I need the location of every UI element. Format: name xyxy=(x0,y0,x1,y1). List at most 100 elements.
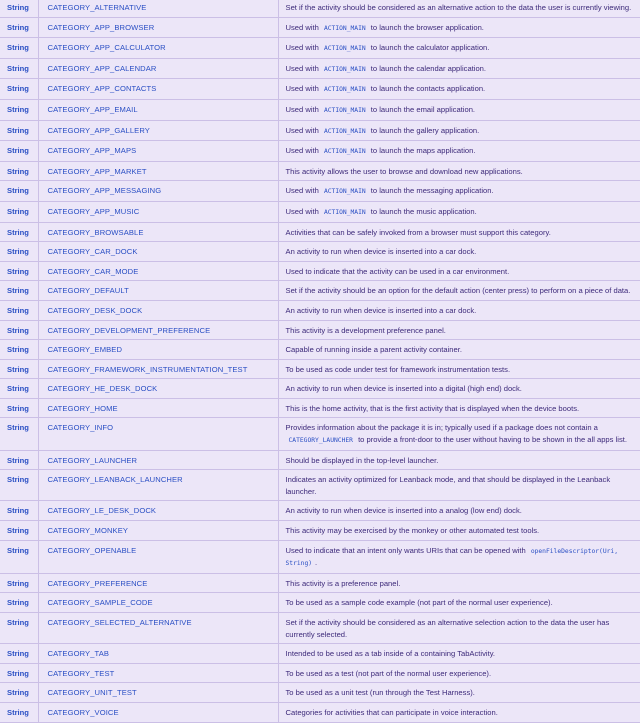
description-text: This activity is a development preferenc… xyxy=(285,325,446,335)
code-reference-link[interactable]: ACTION_MAIN xyxy=(321,66,369,73)
constant-name-link[interactable]: CATEGORY_FRAMEWORK_INSTRUMENTATION_TEST xyxy=(38,359,279,380)
constant-name-link[interactable]: CATEGORY_CAR_MODE xyxy=(38,261,279,282)
constant-name-link[interactable]: CATEGORY_APP_CALCULATOR xyxy=(38,37,279,59)
constant-name-link[interactable]: CATEGORY_SELECTED_ALTERNATIVE xyxy=(38,612,279,645)
code-reference-link[interactable]: ACTION_MAIN xyxy=(321,128,369,135)
constant-name-link[interactable]: CATEGORY_APP_MESSAGING xyxy=(38,180,279,202)
description-text: This activity is a preference panel. xyxy=(285,578,401,588)
table-row: String CATEGORY_APP_CALENDAR Used with ACT… xyxy=(0,58,640,80)
table-row: String CATEGORY_BROWSABLE Activities that … xyxy=(0,222,640,243)
description-text: to launch the maps application. xyxy=(368,146,476,156)
constant-type: String xyxy=(0,612,39,645)
table-row: String CATEGORY_UNIT_TEST To be used as a … xyxy=(0,682,640,703)
constant-type: String xyxy=(0,359,39,380)
constant-name-link[interactable]: CATEGORY_OPENABLE xyxy=(38,540,279,574)
code-reference-link[interactable]: ACTION_MAIN xyxy=(321,209,369,216)
description-text: to launch the browser application. xyxy=(368,22,484,32)
table-row: String CATEGORY_APP_EMAIL Used with ACTION… xyxy=(0,99,640,121)
constant-type: String xyxy=(0,417,39,451)
code-reference-link[interactable]: ACTION_MAIN xyxy=(321,188,369,195)
constant-type: String xyxy=(0,378,39,399)
code-reference-link[interactable]: ACTION_MAIN xyxy=(321,148,369,155)
constant-description: Set if the activity should be considered… xyxy=(278,612,640,645)
table-row: String CATEGORY_PREFERENCE This activity i… xyxy=(0,573,640,594)
constant-name-link[interactable]: CATEGORY_APP_EMAIL xyxy=(38,99,279,121)
constant-name-link[interactable]: CATEGORY_CAR_DOCK xyxy=(38,241,279,262)
constant-name-link[interactable]: CATEGORY_INFO xyxy=(38,417,279,451)
constant-name-link[interactable]: CATEGORY_APP_MARKET xyxy=(38,161,279,182)
constant-name-link[interactable]: CATEGORY_EMBED xyxy=(38,339,279,360)
constant-name-link[interactable]: CATEGORY_APP_BROWSER xyxy=(38,17,279,39)
constant-name-link[interactable]: CATEGORY_MONKEY xyxy=(38,520,279,541)
constant-description: Should be displayed in the top-level lau… xyxy=(278,450,640,471)
description-text: Capable of running inside a parent activ… xyxy=(285,345,462,355)
code-reference-link[interactable]: ACTION_MAIN xyxy=(321,86,369,93)
description-text: to launch the contacts application. xyxy=(368,84,486,94)
description-text: Categories for activities that can parti… xyxy=(285,707,498,717)
table-row: String CATEGORY_EMBED Capable of running i… xyxy=(0,339,640,360)
table-row: String CATEGORY_APP_MUSIC Used with ACTION… xyxy=(0,201,640,223)
constant-name-link[interactable]: CATEGORY_APP_CALENDAR xyxy=(38,58,279,80)
description-text: Provides information about the package i… xyxy=(285,423,598,433)
constant-description: Used with ACTION_MAIN to launch the calc… xyxy=(278,37,640,59)
description-text: Set if the activity should be an option … xyxy=(285,286,631,296)
constant-name-link[interactable]: CATEGORY_TEST xyxy=(38,663,279,684)
constant-type: String xyxy=(0,280,39,301)
constant-name-link[interactable]: CATEGORY_DEFAULT xyxy=(38,280,279,301)
constant-name-link[interactable]: CATEGORY_LEANBACK_LAUNCHER xyxy=(38,469,279,502)
table-row: String CATEGORY_SELECTED_ALTERNATIVE Set i… xyxy=(0,612,640,645)
constant-type: String xyxy=(0,261,39,282)
constant-type: String xyxy=(0,120,39,142)
constant-type: String xyxy=(0,58,39,80)
constant-name-link[interactable]: CATEGORY_BROWSABLE xyxy=(38,222,279,243)
description-text: to launch the calculator application. xyxy=(368,43,490,53)
constant-description: Used with ACTION_MAIN to launch the gall… xyxy=(278,120,640,142)
constant-name-link[interactable]: CATEGORY_ALTERNATIVE xyxy=(38,0,279,18)
constant-description: Provides information about the package i… xyxy=(278,417,640,451)
description-text: to launch the messaging application. xyxy=(368,186,494,196)
constant-name-link[interactable]: CATEGORY_DEVELOPMENT_PREFERENCE xyxy=(38,320,279,341)
constant-name-link[interactable]: CATEGORY_APP_MAPS xyxy=(38,140,279,162)
constant-description: This activity is a preference panel. xyxy=(278,573,640,594)
description-text: to launch the email application. xyxy=(368,104,476,114)
table-row: String CATEGORY_INFO Provides information … xyxy=(0,417,640,451)
code-reference-link[interactable]: ACTION_MAIN xyxy=(321,107,369,114)
description-text: Used with xyxy=(285,63,321,73)
code-reference-link[interactable]: ACTION_MAIN xyxy=(321,45,369,52)
constant-description: Used with ACTION_MAIN to launch the emai… xyxy=(278,99,640,121)
table-row: String CATEGORY_MONKEY This activity may b… xyxy=(0,520,640,541)
constant-description: An activity to run when device is insert… xyxy=(278,241,640,262)
table-row: String CATEGORY_CAR_MODE Used to indicate … xyxy=(0,261,640,282)
constant-type: String xyxy=(0,17,39,39)
table-row: String CATEGORY_APP_CALCULATOR Used with A… xyxy=(0,37,640,59)
constant-name-link[interactable]: CATEGORY_DESK_DOCK xyxy=(38,300,279,321)
table-row: String CATEGORY_LE_DESK_DOCK An activity t… xyxy=(0,500,640,522)
constant-description: Set if the activity should be an option … xyxy=(278,280,640,301)
description-text: To be used as a test (not part of the no… xyxy=(285,668,492,678)
code-reference-link[interactable]: CATEGORY_LAUNCHER xyxy=(286,437,356,444)
constant-name-link[interactable]: CATEGORY_PREFERENCE xyxy=(38,573,279,594)
constant-description: An activity to run when device is insert… xyxy=(278,378,640,399)
code-reference-link[interactable]: ACTION_MAIN xyxy=(321,25,369,32)
constant-name-link[interactable]: CATEGORY_APP_CONTACTS xyxy=(38,78,279,100)
description-text: Activities that can be safely invoked fr… xyxy=(285,227,551,237)
constant-type: String xyxy=(0,0,39,18)
constant-name-link[interactable]: CATEGORY_LAUNCHER xyxy=(38,450,279,471)
constant-name-link[interactable]: CATEGORY_UNIT_TEST xyxy=(38,682,279,703)
constant-name-link[interactable]: CATEGORY_LE_DESK_DOCK xyxy=(38,500,279,522)
constant-name-link[interactable]: CATEGORY_HOME xyxy=(38,398,279,419)
constant-name-link[interactable]: CATEGORY_TAB xyxy=(38,643,279,664)
constant-name-link[interactable]: CATEGORY_HE_DESK_DOCK xyxy=(38,378,279,399)
constant-name-link[interactable]: CATEGORY_VOICE xyxy=(38,702,279,723)
description-text: This activity may be exercised by the mo… xyxy=(285,526,540,536)
description-text: Set if the activity should be considered… xyxy=(285,618,610,639)
table-row: String CATEGORY_VOICE Categories for activ… xyxy=(0,702,640,723)
constant-type: String xyxy=(0,300,39,321)
constant-name-link[interactable]: CATEGORY_APP_MUSIC xyxy=(38,201,279,223)
constant-description: Used with ACTION_MAIN to launch the cale… xyxy=(278,58,640,80)
constant-name-link[interactable]: CATEGORY_SAMPLE_CODE xyxy=(38,592,279,613)
constant-name-link[interactable]: CATEGORY_APP_GALLERY xyxy=(38,120,279,142)
constant-description: Used with ACTION_MAIN to launch the cont… xyxy=(278,78,640,100)
constant-description: This activity allows the user to browse … xyxy=(278,161,640,182)
description-text: to provide a front-door to the user with… xyxy=(355,435,627,445)
